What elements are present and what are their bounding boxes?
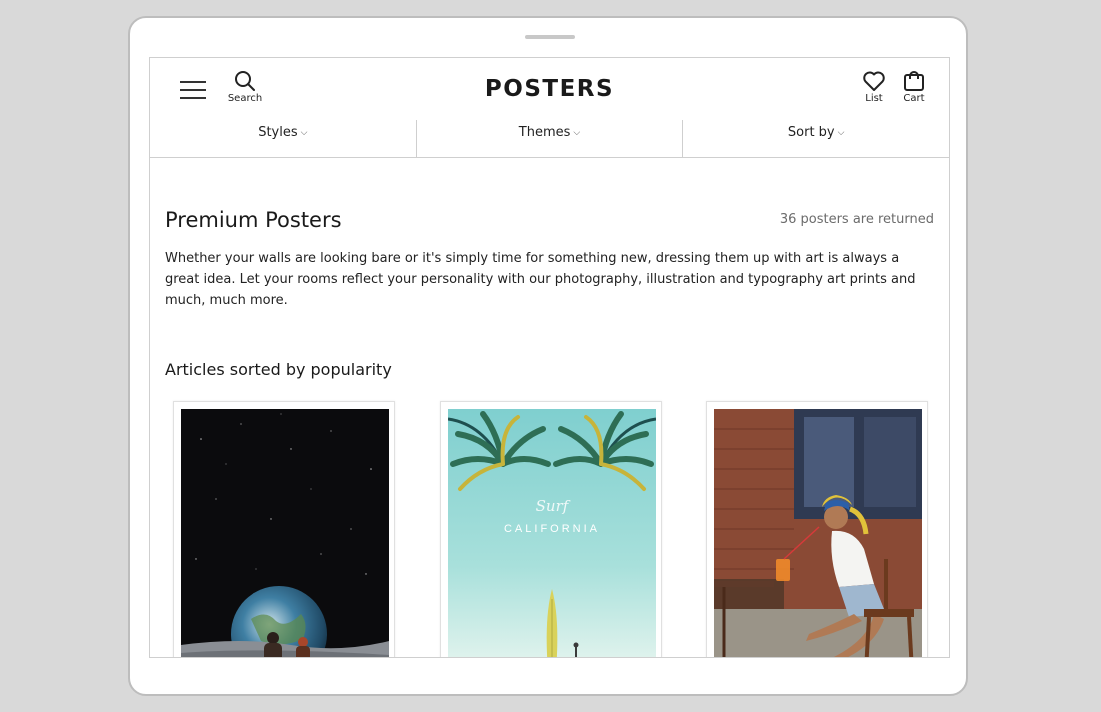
product-card[interactable]: Surf CALIFORNIA [440,401,662,657]
screen: Search POSTERS List Cart Styles ⌵ Themes… [149,57,950,658]
page-description: Whether your walls are looking bare or i… [165,251,916,308]
chevron-down-icon: ⌵ [573,128,581,138]
themes-filter[interactable]: Themes ⌵ [415,120,683,157]
site-logo[interactable]: POSTERS [150,76,949,102]
page-title: Premium Posters [165,208,342,232]
section-title: Articles sorted by popularity [165,360,392,379]
poster-script-text: Surf [536,497,571,515]
sort-filter-label: Sort by [787,125,835,140]
poster-caption: CALIFORNIA [504,523,600,535]
chevron-down-icon: ⌵ [300,128,308,138]
product-card[interactable] [706,401,928,657]
shopping-bag-icon [904,71,924,91]
poster-art [181,409,389,657]
tablet-frame: Search POSTERS List Cart Styles ⌵ Themes… [128,16,968,696]
styles-filter-label: Styles [258,125,298,140]
poster-image-space-earth[interactable] [181,409,389,657]
cart-button[interactable]: Cart [892,70,936,105]
themes-filter-label: Themes [518,125,571,140]
product-card[interactable] [173,401,395,657]
chevron-down-icon: ⌵ [837,128,845,138]
cart-label: Cart [903,93,925,104]
header: Search POSTERS List Cart [150,58,949,120]
poster-image-woman-chair[interactable] [714,409,922,657]
sort-filter[interactable]: Sort by ⌵ [682,120,949,157]
tablet-speaker [525,35,575,39]
poster-art: Surf CALIFORNIA [448,409,656,657]
list-label: List [865,93,883,104]
poster-image-surf-california[interactable]: Surf CALIFORNIA [448,409,656,657]
heart-icon [863,71,885,91]
wishlist-button[interactable]: List [852,70,896,105]
result-count: 36 posters are returned [779,212,934,227]
filter-bar: Styles ⌵ Themes ⌵ Sort by ⌵ [150,120,949,158]
styles-filter[interactable]: Styles ⌵ [150,120,416,157]
poster-art [714,409,922,657]
